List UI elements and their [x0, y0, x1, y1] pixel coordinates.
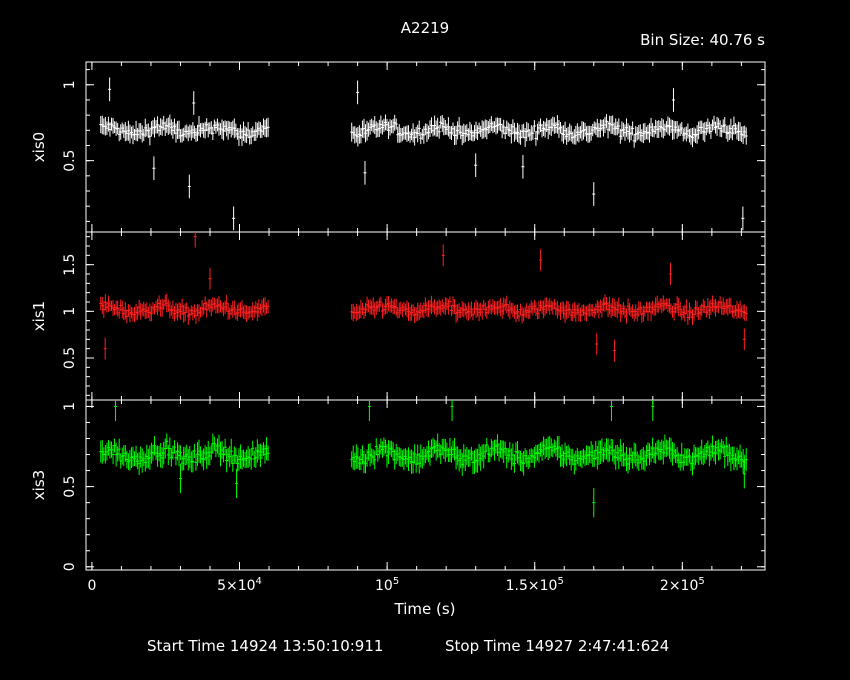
panel-xis0: 0.5 1 xis0: [30, 61, 766, 233]
chart-title: A2219: [401, 19, 449, 37]
y-axis-label-xis3: xis3: [30, 470, 48, 500]
y-tick-label: 0: [62, 562, 78, 571]
data-points-xis3: [99, 400, 748, 518]
panel-xis1: 0.5 1 1.5 xis1: [30, 231, 766, 401]
y-tick-label: 1: [62, 80, 78, 89]
panel-frame: [85, 399, 766, 571]
data-points-xis1: [99, 232, 748, 362]
x-axis-label: Time (s): [394, 600, 456, 618]
y-tick-label: 0.5: [62, 475, 78, 497]
start-time-label: Start Time 14924 13:50:10:911: [147, 637, 383, 655]
x-tick-label: 0: [87, 578, 96, 594]
panel-frame: [85, 61, 766, 233]
y-axis-label-xis1: xis1: [30, 301, 48, 331]
x-tick-label: 5×104: [217, 576, 262, 594]
y-tick-label: 0.5: [62, 150, 78, 172]
bin-size-label: Bin Size: 40.76 s: [640, 31, 765, 49]
x-tick-label: 105: [375, 576, 399, 594]
x-tick-label: 1.5×105: [506, 576, 564, 594]
panels-group: 0.5 1 xis0 0.5 1 1.5 xis1 0 0.5 1 xis3 0 5×104 105 1.5…: [30, 61, 766, 594]
light-curve-figure: A2219 Bin Size: 40.76 s Time (s) Start T…: [30, 19, 766, 655]
panel-xis3: 0 0.5 1 xis3: [30, 399, 766, 571]
y-tick-label: 1: [62, 307, 78, 316]
y-tick-label: 1: [62, 402, 78, 411]
stop-time-label: Stop Time 14927 2:47:41:624: [445, 637, 669, 655]
x-tick-label: 2×105: [660, 576, 705, 594]
y-axis-label-xis0: xis0: [30, 132, 48, 162]
y-tick-label: 1.5: [62, 254, 78, 276]
y-tick-label: 0.5: [62, 347, 78, 369]
data-points-xis0: [99, 77, 748, 231]
